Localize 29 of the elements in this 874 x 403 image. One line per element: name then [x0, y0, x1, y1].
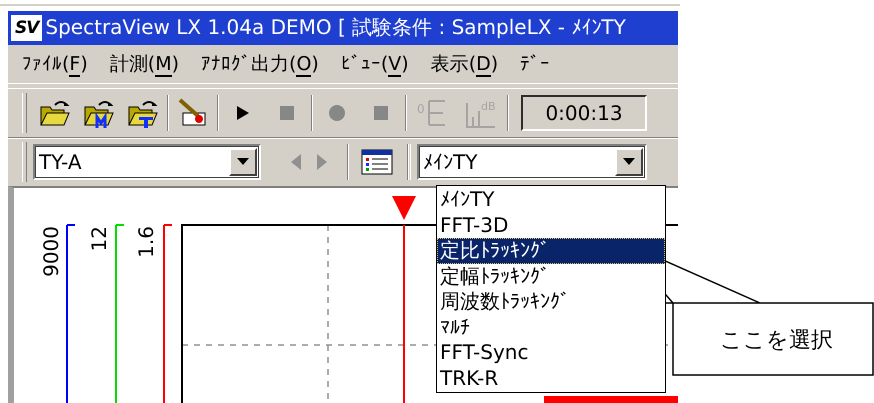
- caret-icon: [237, 158, 249, 166]
- dropdown-option[interactable]: TRK-R: [437, 366, 665, 391]
- axis-label: 9000: [39, 226, 63, 277]
- view-combo[interactable]: ﾒｲﾝTY: [417, 144, 647, 180]
- app-logo: SV: [11, 14, 42, 41]
- window-title: SpectraView LX 1.04a DEMO [ 試験条件 : SampleLX - ﾒｲﾝTY: [45, 14, 626, 42]
- callout-text: ここを選択: [720, 327, 833, 355]
- menu-item[interactable]: ｱﾅﾛｸﾞ出力(O): [201, 51, 319, 78]
- caret-icon: [623, 158, 635, 166]
- dropdown-option[interactable]: 周波数ﾄﾗｯｷﾝｸﾞ: [437, 289, 665, 314]
- dropdown-option[interactable]: FFT-3D: [437, 212, 665, 238]
- menu-item[interactable]: ﾃﾞｰ: [520, 53, 550, 76]
- dropdown-option[interactable]: ﾏﾙﾁ: [437, 314, 665, 340]
- dropdown-button[interactable]: [229, 148, 257, 176]
- cursor-drawing[interactable]: [392, 196, 416, 403]
- channel-combo[interactable]: TY-A: [33, 144, 261, 180]
- dropdown-option[interactable]: 定比ﾄﾗｯｷﾝｸﾞ: [437, 238, 665, 264]
- list-icon[interactable]: [361, 149, 393, 176]
- dropdown-button[interactable]: [615, 148, 643, 176]
- dropdown-option[interactable]: 定幅ﾄﾗｯｷﾝｸﾞ: [437, 264, 665, 289]
- dropdown-option[interactable]: ﾒｲﾝTY: [437, 187, 665, 212]
- dropdown-option[interactable]: FFT-Sync: [437, 340, 665, 366]
- axis-label: 1.6: [134, 226, 158, 258]
- menu-item[interactable]: ﾌｧｲﾙ(F): [22, 53, 88, 76]
- menu-item[interactable]: 計測(M): [110, 51, 180, 78]
- axis-label: 12: [87, 226, 111, 252]
- menu-item[interactable]: ﾋﾞｭｰ(V): [340, 53, 409, 76]
- time-display: 0:00:13: [521, 95, 647, 132]
- menu-item[interactable]: 表示(D): [430, 51, 498, 78]
